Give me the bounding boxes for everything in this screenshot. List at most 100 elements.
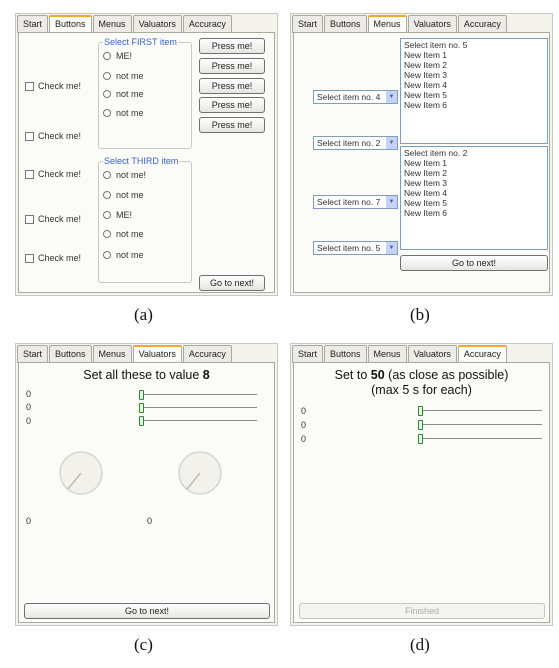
radio-option[interactable]: not me [103,190,144,200]
group-legend: Select FIRST item [103,37,178,47]
tab-bar: Start Buttons Menus Valuators Accuracy [17,345,233,363]
go-to-next-button[interactable]: Go to next! [400,255,548,271]
slider[interactable] [139,403,257,413]
slider-value: 0 [26,416,32,426]
list-item[interactable]: Select item no. 2 [404,148,544,158]
select-dropdown-3[interactable]: Select item no. 7 ▼ [313,195,398,209]
tab-buttons[interactable]: Buttons [324,15,367,33]
list-item[interactable]: New Item 6 [404,100,544,110]
slider-thumb-icon[interactable] [139,416,144,426]
panel-d-accuracy: Start Buttons Menus Valuators Accuracy S… [290,343,553,626]
tab-buttons[interactable]: Buttons [49,345,92,363]
tab-menus[interactable]: Menus [367,15,407,33]
tab-content: Check me! Check me! Check me! Check me! … [18,32,275,293]
press-me-button[interactable]: Press me! [199,58,265,74]
slider-track [139,394,257,395]
listbox-2[interactable]: Select item no. 2 New Item 1 New Item 2 … [400,146,548,250]
list-item[interactable]: New Item 2 [404,168,544,178]
slider[interactable] [418,406,542,416]
tab-valuators[interactable]: Valuators [132,15,182,33]
select-dropdown-1[interactable]: Select item no. 4 ▼ [313,90,398,104]
radio-option[interactable]: ME! [103,210,132,220]
radio-icon [103,251,111,259]
checkbox-3[interactable]: Check me! [25,169,81,179]
list-item[interactable]: New Item 5 [404,90,544,100]
list-item[interactable]: Select item no. 5 [404,40,544,50]
radio-icon [103,171,111,179]
press-me-button[interactable]: Press me! [199,97,265,113]
go-to-next-button[interactable]: Go to next! [24,603,270,619]
checkbox-1[interactable]: Check me! [25,81,81,91]
tab-accuracy[interactable]: Accuracy [457,345,507,363]
dropdown-arrow-icon: ▼ [386,91,397,103]
finished-button[interactable]: Finished [299,603,545,619]
knob-dial-icon[interactable] [57,449,105,497]
tab-start[interactable]: Start [292,15,324,33]
checkbox-4[interactable]: Check me! [25,214,81,224]
knob-dial-icon[interactable] [176,449,224,497]
radio-group-first: Select FIRST item ME! not me not me not … [98,37,192,149]
list-item[interactable]: New Item 4 [404,80,544,90]
press-me-button[interactable]: Press me! [199,117,265,133]
dropdown-arrow-icon: ▼ [386,242,397,254]
radio-option[interactable]: ME! [103,51,132,61]
tab-menus[interactable]: Menus [367,345,407,363]
tab-content: Set all these to value 8 0 0 0 0 0 Go to… [18,362,275,623]
tab-accuracy[interactable]: Accuracy [182,15,232,33]
list-item[interactable]: New Item 3 [404,70,544,80]
checkbox-icon [25,169,34,179]
list-item[interactable]: New Item 1 [404,50,544,60]
caption-d: (d) [410,635,430,654]
select-dropdown-2[interactable]: Select item no. 2 ▼ [313,136,398,150]
radio-option[interactable]: not me! [103,170,146,180]
slider-thumb-icon[interactable] [418,406,423,416]
tab-buttons[interactable]: Buttons [324,345,367,363]
slider-thumb-icon[interactable] [418,420,423,430]
tab-start[interactable]: Start [17,345,49,363]
radio-option[interactable]: not me [103,229,144,239]
knob-value: 0 [26,516,32,526]
slider[interactable] [418,434,542,444]
checkbox-icon [25,214,34,224]
checkbox-2[interactable]: Check me! [25,131,81,141]
go-to-next-button[interactable]: Go to next! [199,275,265,291]
tab-buttons[interactable]: Buttons [49,15,92,33]
radio-option[interactable]: not me [103,250,144,260]
radio-option[interactable]: not me [103,89,144,99]
list-item[interactable]: New Item 6 [404,208,544,218]
tab-valuators[interactable]: Valuators [407,345,457,363]
tab-start[interactable]: Start [292,345,324,363]
checkbox-5[interactable]: Check me! [25,253,81,263]
tab-bar: Start Buttons Menus Valuators Accuracy [292,345,508,363]
tab-accuracy[interactable]: Accuracy [182,345,232,363]
press-me-button[interactable]: Press me! [199,38,265,54]
listbox-1[interactable]: Select item no. 5 New Item 1 New Item 2 … [400,38,548,144]
slider-thumb-icon[interactable] [139,403,144,413]
tab-valuators[interactable]: Valuators [407,15,457,33]
checkbox-icon [25,81,34,91]
slider-thumb-icon[interactable] [418,434,423,444]
tab-accuracy[interactable]: Accuracy [457,15,507,33]
select-dropdown-4[interactable]: Select item no. 5 ▼ [313,241,398,255]
tab-menus[interactable]: Menus [92,15,132,33]
knob-value: 0 [147,516,153,526]
slider-thumb-icon[interactable] [139,390,144,400]
tab-content: Set to 50 (as close as possible) (max 5 … [293,362,550,623]
list-item[interactable]: New Item 2 [404,60,544,70]
press-me-button[interactable]: Press me! [199,78,265,94]
list-item[interactable]: New Item 5 [404,198,544,208]
radio-option[interactable]: not me [103,71,144,81]
group-legend: Select THIRD item [103,156,180,166]
tab-valuators[interactable]: Valuators [132,345,182,363]
tab-menus[interactable]: Menus [92,345,132,363]
slider[interactable] [418,420,542,430]
slider-value: 0 [301,406,307,416]
radio-option[interactable]: not me [103,108,144,118]
instruction-title: Set to 50 (as close as possible) [334,368,509,382]
list-item[interactable]: New Item 4 [404,188,544,198]
slider[interactable] [139,416,257,426]
list-item[interactable]: New Item 1 [404,158,544,168]
tab-start[interactable]: Start [17,15,49,33]
list-item[interactable]: New Item 3 [404,178,544,188]
slider[interactable] [139,390,257,400]
